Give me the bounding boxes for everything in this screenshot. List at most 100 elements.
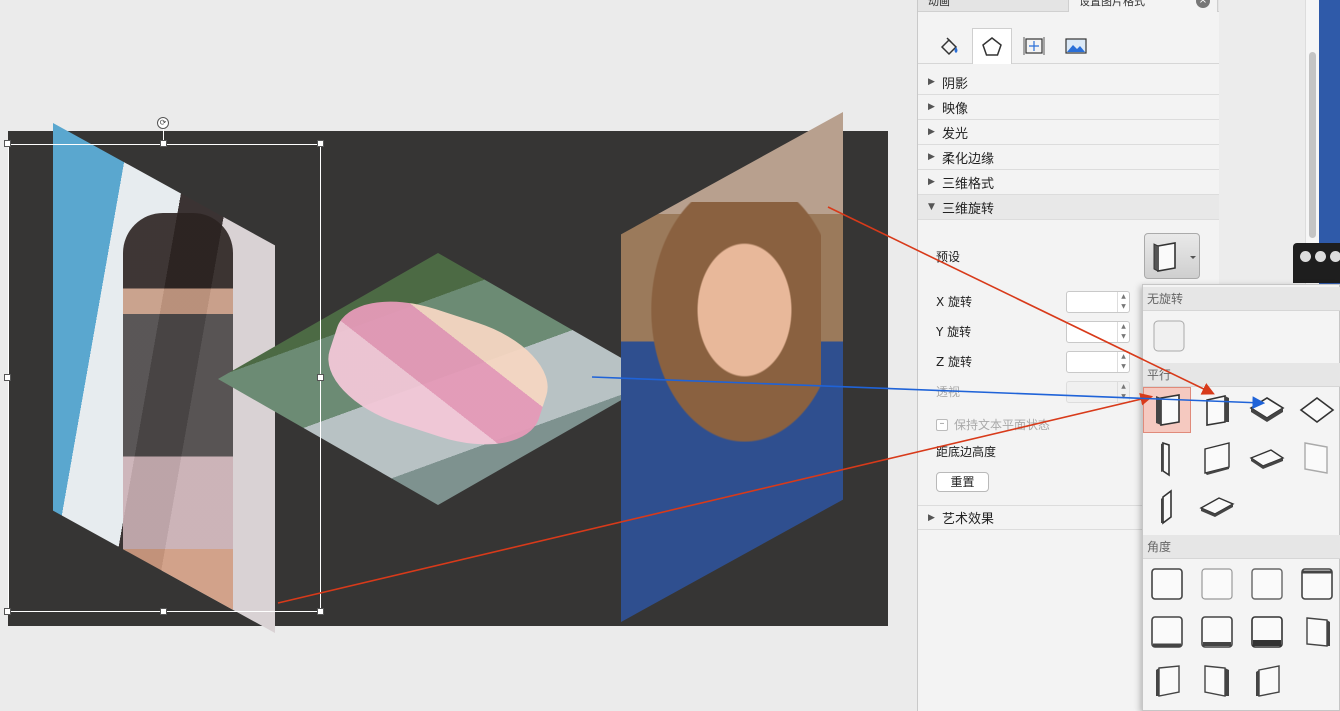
preset-angle-9[interactable] [1143, 657, 1191, 703]
rotated-square-icon [1156, 394, 1180, 426]
checkbox-dash-icon: – [936, 418, 948, 431]
section-label: 发光 [942, 126, 969, 142]
preset-parallel-4[interactable] [1293, 387, 1340, 433]
section-label: 柔化边缘 [942, 151, 995, 167]
collapsed-triangle-icon: ▶ [928, 177, 935, 187]
picture-icon [1065, 38, 1087, 54]
resize-handle-br[interactable] [317, 608, 324, 615]
stepper-arrows-icon[interactable]: ▲ ▼ [1117, 352, 1129, 372]
collapsed-triangle-icon: ▶ [928, 512, 935, 523]
rotate-handle[interactable]: ⟳ [157, 117, 169, 129]
rotated-square-icon [1249, 449, 1285, 469]
preset-dropdown-button[interactable] [1144, 233, 1200, 279]
beveled-square-icon [1151, 616, 1183, 648]
beveled-square-icon [1301, 568, 1333, 600]
beveled-square-icon [1306, 617, 1330, 647]
stepper-arrows-icon[interactable]: ▲ ▼ [1117, 292, 1129, 312]
z-rotation-label: Z 旋转 [936, 355, 973, 369]
y-rotation-input[interactable]: ▲ ▼ [1066, 321, 1130, 343]
preset-parallel-5[interactable] [1143, 435, 1191, 481]
rotated-square-icon [1299, 397, 1335, 423]
rotated-square-icon [1206, 395, 1229, 426]
tab-picture[interactable] [1056, 28, 1096, 64]
preset-angle-7[interactable] [1243, 609, 1291, 655]
beveled-square-icon [1156, 665, 1180, 697]
section-shadow[interactable]: ▶ 阴影 [918, 70, 1220, 95]
x-rotation-label: X 旋转 [936, 295, 973, 309]
resize-handle-top[interactable] [160, 140, 167, 147]
stepper-arrows-icon[interactable]: ▲ ▼ [1117, 382, 1129, 402]
preset-angle-11[interactable] [1243, 657, 1291, 703]
rotated-square-icon [1161, 489, 1172, 525]
window-control-icon[interactable] [1315, 251, 1326, 262]
scrollbar-thumb[interactable] [1309, 52, 1316, 238]
resize-handle-bl[interactable] [4, 608, 11, 615]
tab-size-position[interactable] [1014, 28, 1054, 64]
collapsed-triangle-icon: ▶ [928, 77, 935, 87]
beveled-square-icon [1251, 616, 1283, 648]
preset-angle-2[interactable] [1193, 561, 1241, 607]
beveled-square-icon [1201, 568, 1233, 600]
x-rotation-input[interactable]: ▲ ▼ [1066, 291, 1130, 313]
stepper-arrows-icon[interactable]: ▲ ▼ [1117, 322, 1129, 342]
collapsed-triangle-icon: ▶ [928, 102, 935, 112]
section-reflection[interactable]: ▶ 映像 [918, 95, 1220, 120]
preset-parallel-8[interactable] [1293, 435, 1340, 481]
angle-header: 角度 [1143, 535, 1340, 559]
pentagon-icon [982, 36, 1002, 56]
slide-canvas[interactable]: ⟳ [0, 0, 917, 711]
preset-angle-10[interactable] [1193, 657, 1241, 703]
section-3d-rotation[interactable]: ▼ 三维旋转 [918, 195, 1220, 220]
section-3d-format[interactable]: ▶ 三维格式 [918, 170, 1220, 195]
preset-parallel-2[interactable] [1193, 387, 1241, 433]
rotated-square-icon [1204, 442, 1230, 475]
preset-no-rotation[interactable] [1145, 313, 1193, 359]
section-label: 映像 [942, 101, 969, 117]
window-control-icon[interactable] [1300, 251, 1311, 262]
preset-parallel-1[interactable] [1143, 387, 1191, 433]
beveled-square-icon [1251, 568, 1283, 600]
beveled-square-icon [1201, 616, 1233, 648]
floating-window[interactable] [1293, 243, 1340, 283]
preset-parallel-9[interactable] [1143, 483, 1191, 529]
rotated-square-icon [1249, 397, 1285, 422]
tab-animation[interactable]: 动画 [918, 0, 1068, 12]
preset-parallel-7[interactable] [1243, 435, 1291, 481]
resize-handle-tl[interactable] [4, 140, 11, 147]
preset-parallel-6[interactable] [1193, 435, 1241, 481]
panel-tabs: 动画 设置图片格式 [918, 0, 1219, 12]
preset-angle-8[interactable] [1293, 609, 1340, 655]
y-rotation-label: Y 旋转 [936, 325, 972, 339]
reset-button[interactable]: 重置 [936, 472, 989, 492]
z-rotation-input[interactable]: ▲ ▼ [1066, 351, 1130, 373]
perspective-label: 透视 [936, 385, 961, 399]
section-label: 三维旋转 [942, 201, 995, 217]
resize-handle-tr[interactable] [317, 140, 324, 147]
beveled-square-icon [1151, 568, 1183, 600]
rotated-square-icon [1199, 497, 1235, 517]
preset-angle-5[interactable] [1143, 609, 1191, 655]
section-label: 阴影 [942, 76, 969, 92]
resize-handle-bottom[interactable] [160, 608, 167, 615]
perspective-input[interactable]: ▲ ▼ [1066, 381, 1130, 403]
tab-effects[interactable] [972, 28, 1012, 64]
preset-parallel-3[interactable] [1243, 387, 1291, 433]
preset-angle-1[interactable] [1143, 561, 1191, 607]
preset-angle-6[interactable] [1193, 609, 1241, 655]
resize-handle-left[interactable] [4, 374, 11, 381]
keep-text-flat-checkbox[interactable]: – 保持文本平面状态 [936, 416, 1050, 433]
preset-cube-icon [1153, 242, 1196, 272]
section-glow[interactable]: ▶ 发光 [918, 120, 1220, 145]
preset-parallel-10[interactable] [1193, 483, 1241, 529]
rotated-square-icon [1304, 442, 1328, 474]
keep-text-flat-label: 保持文本平面状态 [954, 418, 1051, 432]
beveled-square-icon [1204, 665, 1229, 697]
size-position-icon [1023, 37, 1045, 55]
preset-label: 预设 [936, 250, 961, 264]
window-control-icon[interactable] [1330, 251, 1340, 262]
preset-angle-4[interactable] [1293, 561, 1340, 607]
resize-handle-right[interactable] [317, 374, 324, 381]
tab-fill-line[interactable] [930, 28, 970, 64]
preset-angle-3[interactable] [1243, 561, 1291, 607]
section-soft-edges[interactable]: ▶ 柔化边缘 [918, 145, 1220, 170]
